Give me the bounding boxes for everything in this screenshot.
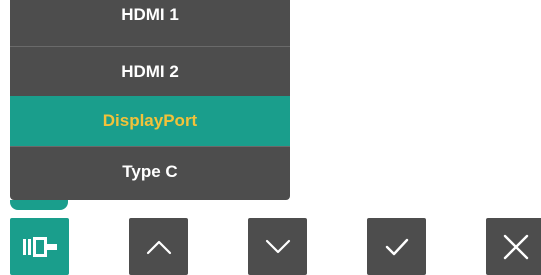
- input-source-menu: HDMI 1 HDMI 2 DisplayPort Type C: [10, 0, 290, 200]
- up-button[interactable]: [129, 218, 188, 275]
- active-tab-indicator: [10, 200, 68, 210]
- confirm-button[interactable]: [367, 218, 426, 275]
- menu-item-displayport[interactable]: DisplayPort: [10, 96, 290, 146]
- menu-item-label: Type C: [122, 161, 178, 181]
- menu-item-type-c[interactable]: Type C: [10, 146, 290, 196]
- menu-item-hdmi-2[interactable]: HDMI 2: [10, 46, 290, 96]
- chevron-down-icon: [265, 239, 290, 253]
- close-icon: [503, 234, 528, 259]
- chevron-up-icon: [146, 240, 171, 254]
- close-button[interactable]: [486, 218, 541, 275]
- checkmark-icon: [385, 238, 408, 255]
- input-source-button[interactable]: [10, 218, 69, 275]
- menu-item-label: DisplayPort: [102, 111, 198, 130]
- down-button[interactable]: [248, 218, 307, 275]
- menu-item-hdmi-1[interactable]: HDMI 1: [10, 0, 290, 40]
- menu-item-label: HDMI 1: [121, 5, 179, 24]
- menu-item-label: HDMI 2: [121, 61, 179, 81]
- input-source-icon: [22, 236, 57, 257]
